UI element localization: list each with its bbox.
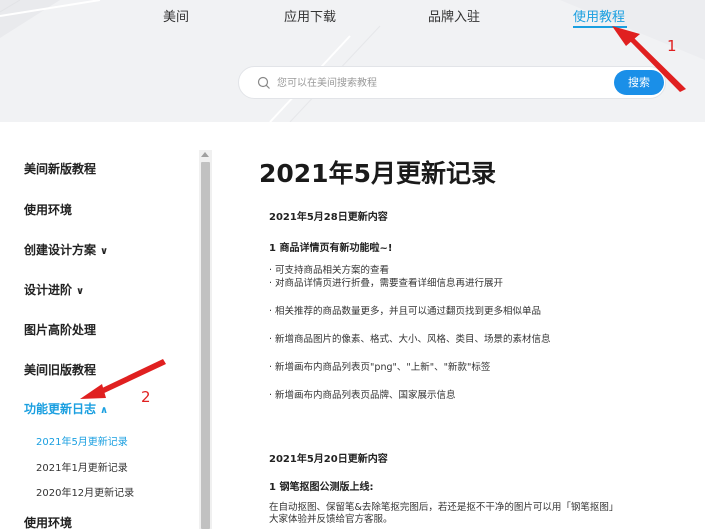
sidebar-scrollbar-thumb[interactable]: [201, 162, 210, 529]
chevron-up-icon: ∧: [100, 405, 109, 416]
nav-active-underline: [573, 26, 627, 28]
annotation-number-2: 2: [141, 388, 151, 406]
sidebar-subitem-2021-05[interactable]: 2021年5月更新记录: [36, 433, 128, 448]
content-line: · 新增商品图片的像素、格式、大小、风格、类目、场景的素材信息: [269, 334, 551, 345]
sidebar-item-label: 功能更新日志: [24, 402, 97, 416]
content-line: · 相关推荐的商品数量更多，并且可以通过翻页找到更多相似单品: [269, 306, 542, 317]
chevron-down-icon: ∨: [76, 286, 85, 297]
annotation-number-1: 1: [667, 37, 677, 55]
section-heading: 2021年5月28日更新内容: [269, 212, 388, 223]
page-title: 2021年5月更新记录: [259, 159, 496, 188]
chevron-down-icon: ∨: [100, 246, 109, 257]
section-subheading: 1 商品详情页有新功能啦~!: [269, 243, 393, 254]
sidebar-item-old-tutorial[interactable]: 美间旧版教程: [24, 361, 96, 378]
content-line: 在自动抠图、保留笔&去除笔抠完图后，若还是抠不干净的图片可以用「钢笔抠图」: [269, 502, 619, 513]
sidebar-item-environment-2[interactable]: 使用环境: [24, 514, 72, 529]
content-line: · 对商品详情页进行折叠，需要查看详细信息再进行展开: [269, 278, 504, 289]
content-line: 大家体验并反馈给官方客服。: [269, 514, 393, 525]
sidebar: 美间新版教程 使用环境 创建设计方案 ∨ 设计进阶 ∨ 图片高阶处理 美间旧版教程 …: [0, 122, 212, 529]
article-content: 2021年5月更新记录 2021年5月28日更新内容 1 商品详情页有新功能啦~…: [212, 122, 705, 529]
sidebar-item-create-design[interactable]: 创建设计方案 ∨: [24, 241, 108, 258]
content-line: · 新增画布内商品列表页品牌、国家展示信息: [269, 390, 456, 401]
section-subheading: 1 钢笔抠图公测版上线:: [269, 482, 374, 493]
sidebar-item-environment[interactable]: 使用环境: [24, 201, 72, 218]
sidebar-subitem-2020-12[interactable]: 2020年12月更新记录: [36, 484, 134, 499]
main-nav: 美间 应用下载 品牌入驻 使用教程: [0, 6, 705, 28]
scroll-up-arrow-icon[interactable]: [201, 152, 209, 157]
content-line: · 新增画布内商品列表页"png"、"上新"、"新款"标签: [269, 362, 491, 373]
nav-tutorial[interactable]: 使用教程: [573, 6, 625, 25]
sidebar-item-changelog[interactable]: 功能更新日志 ∧: [24, 400, 108, 417]
section-heading: 2021年5月20日更新内容: [269, 454, 388, 465]
sidebar-item-new-tutorial[interactable]: 美间新版教程: [24, 160, 96, 177]
sidebar-item-label: 设计进阶: [24, 283, 73, 297]
sidebar-item-image-processing[interactable]: 图片高阶处理: [24, 321, 96, 338]
nav-meijian[interactable]: 美间: [163, 6, 189, 25]
content-line: · 可支持商品相关方案的查看: [269, 265, 390, 276]
search-button[interactable]: 搜索: [614, 70, 664, 95]
sidebar-item-label: 创建设计方案: [24, 243, 97, 257]
sidebar-subitem-2021-01[interactable]: 2021年1月更新记录: [36, 459, 128, 474]
search-box: [238, 66, 666, 99]
sidebar-item-design-advanced[interactable]: 设计进阶 ∨: [24, 281, 84, 298]
search-icon: [257, 76, 270, 89]
top-header: 美间 应用下载 品牌入驻 使用教程 搜索: [0, 0, 705, 122]
search-input[interactable]: [277, 73, 597, 93]
nav-brand-join[interactable]: 品牌入驻: [428, 6, 480, 25]
nav-app-download[interactable]: 应用下载: [284, 6, 336, 25]
